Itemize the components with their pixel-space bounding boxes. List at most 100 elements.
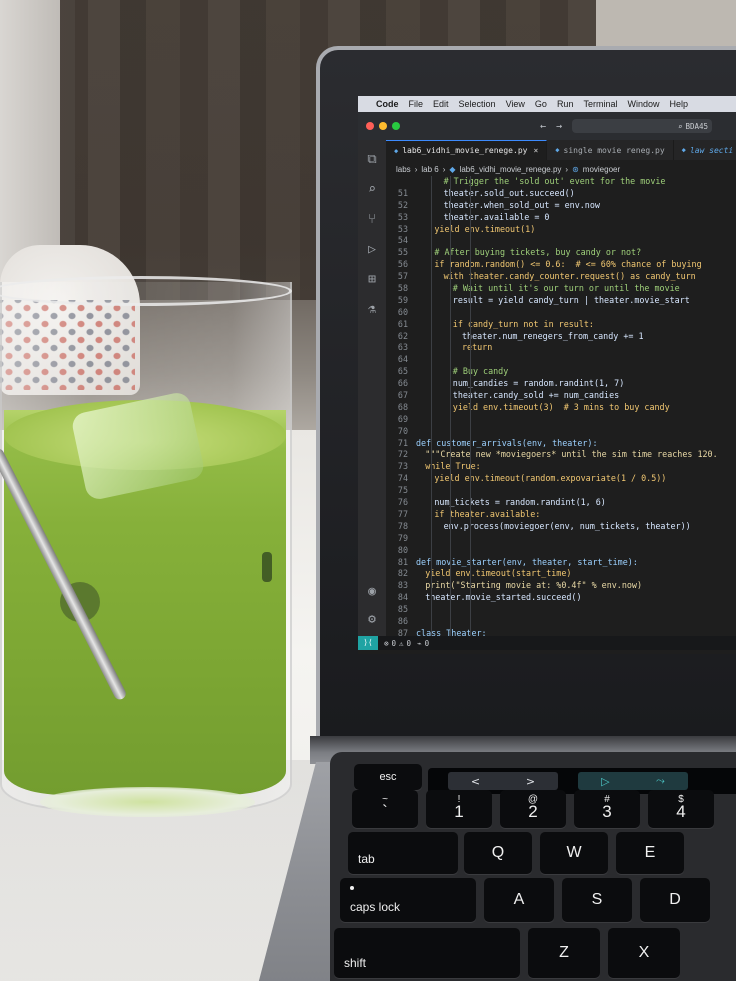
code-line[interactable]: 60 [386,307,736,319]
remote-icon[interactable]: ⟩⟨ [358,636,378,650]
command-center-search[interactable]: ⌕ BDA45 [572,119,713,133]
touchbar-run[interactable]: ▷ ⤳ [578,772,688,790]
code-line[interactable]: 67 theater.candy_sold += num_candies [386,390,736,402]
menu-selection[interactable]: Selection [459,99,496,109]
key-x[interactable]: X [608,928,680,978]
line-number: 53 [397,211,408,222]
tab-law-secti[interactable]: ◆ law secti [674,140,736,160]
account-icon[interactable]: ◉ [364,584,380,600]
code-line[interactable]: 83 print("Starting movie at: %0.4f" % env… [386,580,736,592]
menu-view[interactable]: View [506,99,525,109]
close-window-icon[interactable] [366,122,374,130]
breadcrumb-item[interactable]: moviegoer [583,165,620,174]
touchbar-forward[interactable]: > [526,775,535,788]
problems-indicator[interactable]: ⊗ 0 ⚠ 0 [384,639,411,648]
menu-window[interactable]: Window [627,99,659,109]
menu-code[interactable]: Code [376,99,399,109]
tab-single-movie-reneg[interactable]: ◆ single movie reneg.py [547,140,674,160]
key-e[interactable]: E [616,832,684,874]
code-line[interactable]: 75 [386,485,736,497]
code-line[interactable]: 73 while True: [386,461,736,473]
key-d[interactable]: D [640,878,710,922]
key-w[interactable]: W [540,832,608,874]
key-shift[interactable]: shift [334,928,520,978]
code-line[interactable]: 69 [386,414,736,426]
menu-edit[interactable]: Edit [433,99,449,109]
key-1[interactable]: ! 1 [426,790,492,828]
extensions-icon[interactable]: ⊞ [364,272,380,288]
gear-icon[interactable]: ⚙ [364,612,380,628]
code-line[interactable]: 86 [386,616,736,628]
explorer-icon[interactable]: ⧉ [364,152,380,168]
code-line[interactable]: 55 # After buying tickets, buy candy or n… [386,247,736,259]
key-caps-lock[interactable]: caps lock [340,878,476,922]
code-line[interactable]: 68 yield env.timeout(3) # 3 mins to buy c… [386,402,736,414]
key-tab[interactable]: tab [348,832,458,874]
code-line[interactable]: 82 yield env.timeout(start_time) [386,568,736,580]
code-line[interactable]: 78 env.process(moviegoer(env, num_tickets… [386,521,736,533]
code-line[interactable]: 54 [386,235,736,247]
source-control-icon[interactable]: ⑂ [364,212,380,228]
code-line[interactable]: 56 if random.random() <= 0.6: # <= 60% ch… [386,259,736,271]
key-4[interactable]: $ 4 [648,790,714,828]
code-line[interactable]: 53 yield env.timeout(1) [386,224,736,236]
play-icon[interactable]: ▷ [601,775,609,788]
code-line[interactable]: 53 theater.available = 0 [386,212,736,224]
code-line[interactable]: 59 result = yield candy_turn | theater.mo… [386,295,736,307]
code-line[interactable]: 51 theater.sold_out.succeed() [386,188,736,200]
code-line[interactable]: 84 theater.movie_started.succeed() [386,592,736,604]
minimize-window-icon[interactable] [379,122,387,130]
code-line[interactable]: 76 num_tickets = random.randint(1, 6) [386,497,736,509]
code-line[interactable]: 58 # Wait until it's our turn or until th… [386,283,736,295]
key-a[interactable]: A [484,878,554,922]
code-line[interactable]: 63 return [386,342,736,354]
code-line[interactable]: 71 def customer_arrivals(env, theater): [386,438,736,450]
code-line[interactable]: 52 theater.when_sold_out = env.now [386,200,736,212]
ports-indicator[interactable]: ⌁ 0 [417,639,429,648]
code-editor[interactable]: # Trigger the 'sold out' event for the m… [386,176,736,638]
close-icon[interactable]: × [533,146,538,155]
code-line[interactable]: 66 num_candies = random.randint(1, 7) [386,378,736,390]
forward-arrow-icon[interactable]: → [556,121,562,132]
search-icon[interactable]: ⌕ [364,182,380,198]
key-z[interactable]: Z [528,928,600,978]
testing-icon[interactable]: ⚗ [364,302,380,318]
run-debug-icon[interactable]: ▷ [364,242,380,258]
menu-go[interactable]: Go [535,99,547,109]
code-line[interactable]: 65 # Buy candy [386,366,736,378]
code-line[interactable]: 80 [386,545,736,557]
code-line[interactable]: 79 [386,533,736,545]
code-line[interactable]: 77 if theater.available: [386,509,736,521]
key-tilde[interactable]: ~ ` [352,790,418,828]
back-arrow-icon[interactable]: ← [540,121,546,132]
code-text: theater.available = 0 [443,211,550,222]
touchbar-back[interactable]: < [471,775,480,788]
menu-run[interactable]: Run [557,99,574,109]
key-3[interactable]: # 3 [574,790,640,828]
breadcrumb-item[interactable]: lab 6 [421,165,438,174]
code-line[interactable]: 72 """Create new *moviegoers* until the s… [386,449,736,461]
code-line[interactable]: 57 with theater.candy_counter.request() a… [386,271,736,283]
menu-terminal[interactable]: Terminal [583,99,617,109]
menu-file[interactable]: File [409,99,424,109]
touchbar-nav[interactable]: < > [448,772,558,790]
step-icon[interactable]: ⤳ [656,774,665,788]
zoom-window-icon[interactable] [392,122,400,130]
key-2[interactable]: @ 2 [500,790,566,828]
breadcrumb-item[interactable]: labs [396,165,411,174]
code-line[interactable]: 64 [386,354,736,366]
code-line[interactable]: 81 def movie_starter(env, theater, start_… [386,557,736,569]
menu-help[interactable]: Help [669,99,688,109]
code-line[interactable]: 85 [386,604,736,616]
tab-label: single movie reneg.py [563,145,665,155]
code-line[interactable]: 74 yield env.timeout(random.expovariate(1… [386,473,736,485]
key-q[interactable]: Q [464,832,532,874]
code-line[interactable]: 62 theater.num_renegers_from_candy += 1 [386,331,736,343]
code-line[interactable]: # Trigger the 'sold out' event for the m… [386,176,736,188]
key-esc[interactable]: esc [354,764,422,790]
key-s[interactable]: S [562,878,632,922]
tab-lab6-vidhi-movie-renege[interactable]: ◆ lab6_vidhi_movie_renege.py × [386,140,548,160]
breadcrumb-item[interactable]: lab6_vidhi_movie_renege.py [460,165,562,174]
code-line[interactable]: 70 [386,426,736,438]
code-line[interactable]: 61 if candy_turn not in result: [386,319,736,331]
